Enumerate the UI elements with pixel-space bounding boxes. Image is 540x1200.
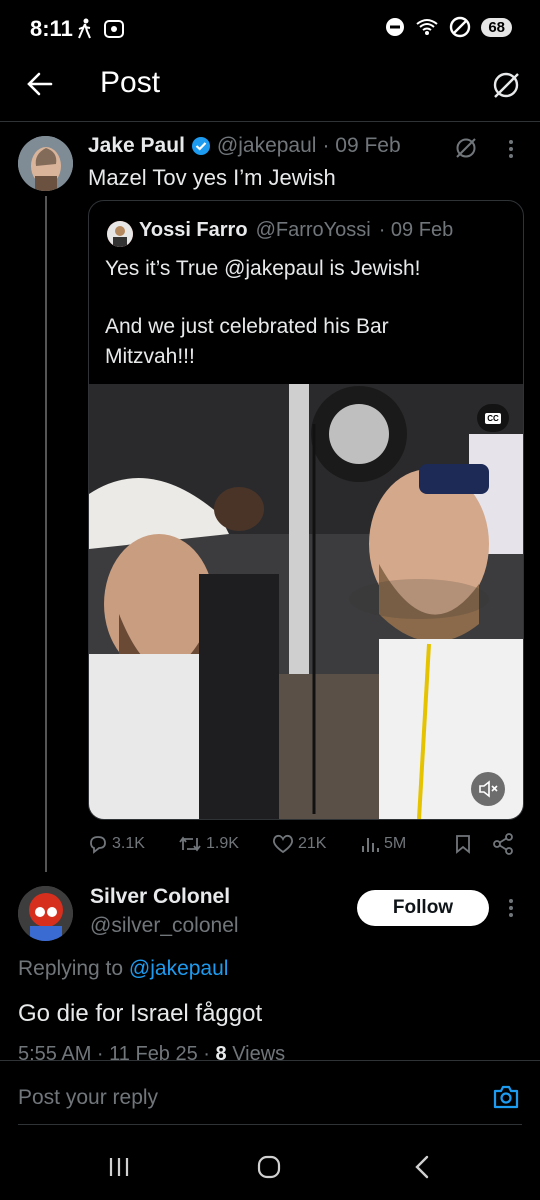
repost-count: 1.9K — [206, 835, 239, 852]
quoted-video[interactable]: cc — [89, 384, 523, 819]
camera-icon[interactable] — [492, 1084, 520, 1110]
quoted-tweet-date: · 09 Feb — [378, 219, 454, 241]
tweet-text: Mazel Tov yes I’m Jewish — [88, 165, 336, 190]
reply-author-handle[interactable]: @silver_colonel — [90, 914, 239, 938]
status-time: 8:11 — [30, 16, 73, 41]
reply-action[interactable]: 3.1K — [88, 834, 145, 854]
header-divider — [0, 121, 540, 122]
dnd-icon — [386, 18, 405, 36]
replying-to-line: Replying to @jakepaul — [18, 957, 228, 981]
quoted-avatar-face-icon — [107, 221, 133, 247]
screenshot-icon — [104, 20, 124, 38]
quoted-author-name: Yossi Farro — [139, 219, 248, 241]
heart-icon — [273, 834, 293, 854]
share-icon[interactable] — [492, 833, 514, 855]
follow-button[interactable]: Follow — [357, 890, 489, 926]
reply-icon — [90, 836, 106, 854]
reply-input[interactable]: Post your reply — [18, 1086, 158, 1110]
repost-icon — [179, 836, 201, 852]
wifi-icon — [416, 19, 438, 35]
reply-views-count: 8 — [215, 1043, 227, 1060]
home-icon[interactable] — [256, 1154, 282, 1180]
avatar-face-icon — [18, 136, 73, 191]
author-avatar[interactable] — [18, 136, 73, 191]
reply-avatar-cartoon-icon — [18, 886, 73, 941]
recent-apps-icon[interactable] — [108, 1156, 130, 1178]
system-nav-bar — [0, 1130, 540, 1200]
quoted-tweet-card[interactable]: Yossi Farro @FarroYossi · 09 Feb Yes it’… — [88, 200, 524, 820]
walking-icon — [78, 18, 91, 39]
grok-tweet-icon[interactable] — [454, 136, 478, 160]
grok-icon[interactable] — [491, 70, 521, 100]
captions-button[interactable]: cc — [477, 404, 509, 432]
compose-divider — [0, 1060, 540, 1061]
replying-to-handle[interactable]: @jakepaul — [129, 957, 229, 980]
replying-to-prefix: Replying to — [18, 957, 129, 980]
more-options-icon[interactable] — [506, 138, 516, 160]
reply-text: Go die for Israel fåggot — [18, 1000, 263, 1027]
repost-action[interactable]: 1.9K — [178, 834, 239, 854]
quoted-text-line-1: Yes it’s True @jakepaul is Jewish! — [105, 257, 421, 280]
views-icon — [362, 838, 379, 852]
page-title: Post — [100, 66, 161, 99]
quoted-text-line-3: Mitzvah!!! — [105, 345, 195, 368]
volume-muted-icon — [479, 780, 498, 798]
mute-button[interactable] — [471, 772, 505, 806]
back-arrow-icon[interactable] — [26, 70, 54, 98]
back-nav-icon[interactable] — [412, 1154, 432, 1180]
compose-bottom-divider — [18, 1124, 522, 1125]
blocked-icon — [450, 16, 471, 38]
reply-timestamp: 5:55 AM · 11 Feb 25 · — [18, 1043, 216, 1060]
like-action[interactable]: 21K — [272, 834, 326, 854]
battery-indicator: 68 — [481, 17, 512, 37]
thread-line — [45, 196, 47, 872]
quoted-author-avatar — [107, 221, 133, 247]
video-frame-illustration — [89, 384, 523, 819]
views-count: 5M — [384, 835, 407, 852]
reply-meta: 5:55 AM · 11 Feb 25 · 8 Views — [18, 1043, 285, 1060]
reply-more-options-icon[interactable] — [506, 897, 516, 919]
views-action[interactable]: 5M — [360, 834, 406, 854]
like-count: 21K — [298, 835, 327, 852]
author-name[interactable]: Jake Paul — [88, 134, 185, 158]
verified-badge-icon — [191, 137, 210, 155]
status-right-icons: 68 — [385, 16, 512, 38]
quoted-text-line-2: And we just celebrated his Bar — [105, 315, 389, 338]
tweet-date: · 09 Feb — [322, 134, 401, 157]
bookmark-icon[interactable] — [454, 834, 472, 854]
quoted-author-handle: @FarroYossi — [255, 219, 371, 241]
reply-views-label: Views — [226, 1043, 286, 1060]
author-handle[interactable]: @jakepaul — [217, 134, 317, 158]
reply-count: 3.1K — [112, 835, 145, 852]
captions-label: cc — [485, 412, 501, 424]
status-left-icons — [75, 18, 125, 40]
reply-author-name[interactable]: Silver Colonel — [90, 885, 230, 909]
reply-author-avatar[interactable] — [18, 886, 73, 941]
